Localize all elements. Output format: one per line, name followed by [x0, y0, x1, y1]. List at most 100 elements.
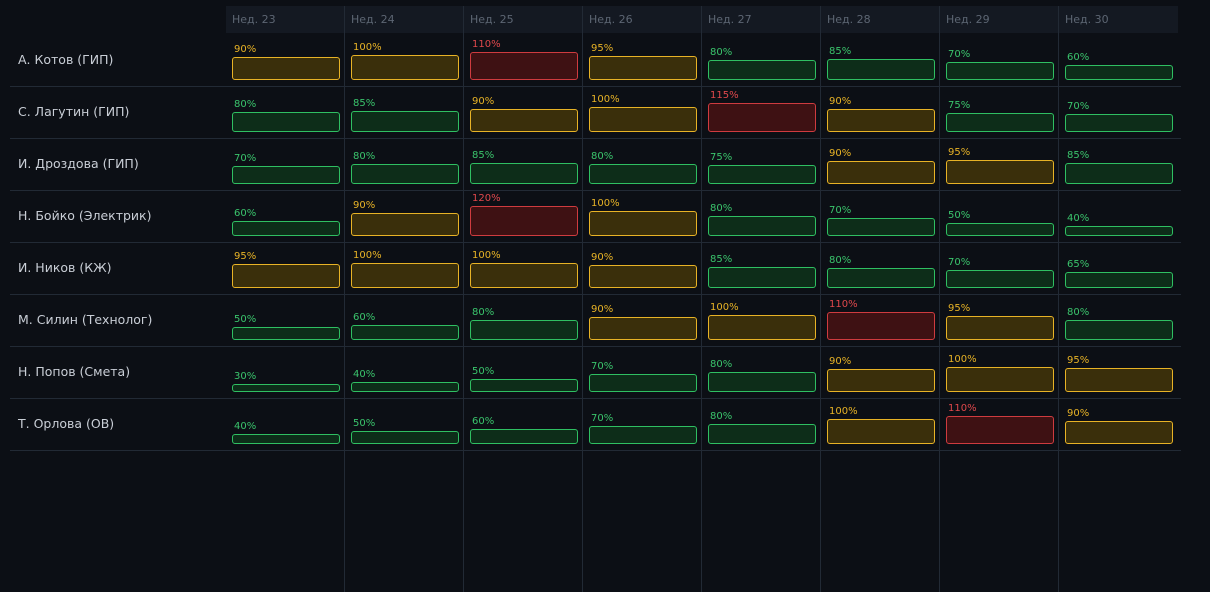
load-bar[interactable]	[351, 55, 459, 80]
person-name[interactable]: И. Дроздова (ГИП)	[18, 138, 139, 190]
load-bar[interactable]	[351, 213, 459, 236]
load-bar[interactable]	[708, 60, 816, 80]
load-bar[interactable]	[708, 315, 816, 340]
load-bar[interactable]	[1065, 114, 1173, 132]
week-header[interactable]: Нед. 23	[226, 6, 345, 33]
load-bar[interactable]	[827, 109, 935, 132]
load-bar[interactable]	[946, 316, 1054, 340]
load-bar[interactable]	[827, 218, 935, 236]
load-bar[interactable]	[589, 374, 697, 392]
load-bar[interactable]	[470, 320, 578, 340]
load-bar[interactable]	[827, 161, 935, 184]
load-bar[interactable]	[827, 59, 935, 80]
load-bar[interactable]	[351, 382, 459, 392]
load-percent: 85%	[829, 46, 852, 57]
load-bar[interactable]	[470, 109, 578, 132]
load-percent: 70%	[591, 361, 614, 372]
load-bar[interactable]	[351, 431, 459, 444]
load-bar[interactable]	[589, 426, 697, 444]
load-percent: 110%	[472, 39, 501, 50]
load-bar[interactable]	[351, 325, 459, 340]
load-percent: 70%	[234, 153, 257, 164]
load-bar[interactable]	[589, 56, 697, 80]
load-bar[interactable]	[351, 111, 459, 132]
load-bar[interactable]	[232, 264, 340, 288]
load-percent: 85%	[1067, 150, 1090, 161]
load-bar[interactable]	[470, 263, 578, 288]
load-bar[interactable]	[708, 216, 816, 236]
load-percent: 115%	[710, 90, 739, 101]
week-header[interactable]: Нед. 28	[821, 6, 940, 33]
week-header[interactable]: Нед. 24	[345, 6, 464, 33]
load-bar[interactable]	[1065, 226, 1173, 236]
load-bar[interactable]	[827, 369, 935, 392]
load-bar[interactable]	[946, 62, 1054, 80]
load-bar[interactable]	[708, 424, 816, 444]
load-bar[interactable]	[1065, 272, 1173, 288]
week-header[interactable]: Нед. 25	[464, 6, 583, 33]
load-bar[interactable]	[1065, 368, 1173, 392]
column-divider	[344, 6, 345, 592]
load-bar[interactable]	[232, 166, 340, 184]
load-percent: 70%	[1067, 101, 1090, 112]
load-bar[interactable]	[946, 223, 1054, 236]
load-bar[interactable]	[470, 379, 578, 392]
load-bar[interactable]	[589, 107, 697, 132]
load-bar[interactable]	[946, 113, 1054, 132]
person-name[interactable]: И. Ников (КЖ)	[18, 242, 111, 294]
load-bar[interactable]	[1065, 421, 1173, 444]
load-percent: 80%	[234, 99, 257, 110]
load-bar[interactable]	[708, 103, 816, 132]
load-bar[interactable]	[589, 211, 697, 236]
load-bar[interactable]	[946, 160, 1054, 184]
week-header[interactable]: Нед. 30	[1059, 6, 1178, 33]
load-bar[interactable]	[232, 112, 340, 132]
load-bar[interactable]	[232, 221, 340, 236]
load-bar[interactable]	[470, 429, 578, 444]
person-name[interactable]: Т. Орлова (ОВ)	[18, 398, 114, 450]
person-name[interactable]: Н. Попов (Смета)	[18, 346, 130, 398]
week-header[interactable]: Нед. 26	[583, 6, 702, 33]
load-bar[interactable]	[946, 270, 1054, 288]
load-bar[interactable]	[708, 267, 816, 288]
load-percent: 40%	[1067, 213, 1090, 224]
load-bar[interactable]	[470, 52, 578, 80]
load-percent: 85%	[353, 98, 376, 109]
load-bar[interactable]	[470, 206, 578, 236]
load-bar[interactable]	[1065, 163, 1173, 184]
load-bar[interactable]	[232, 327, 340, 340]
load-percent: 50%	[472, 366, 495, 377]
load-percent: 95%	[591, 43, 614, 54]
load-bar[interactable]	[708, 165, 816, 184]
load-bar[interactable]	[232, 384, 340, 392]
load-bar[interactable]	[589, 164, 697, 184]
week-header[interactable]: Нед. 29	[940, 6, 1059, 33]
load-bar[interactable]	[946, 416, 1054, 444]
person-name[interactable]: А. Котов (ГИП)	[18, 34, 113, 86]
load-bar[interactable]	[946, 367, 1054, 392]
week-header[interactable]: Нед. 27	[702, 6, 821, 33]
load-bar[interactable]	[351, 263, 459, 288]
workload-board: Нед. 23 Нед. 24 Нед. 25 Нед. 26 Нед. 27 Нед. …	[0, 0, 1210, 592]
load-bar[interactable]	[589, 265, 697, 288]
load-bar[interactable]	[1065, 65, 1173, 80]
load-bar[interactable]	[827, 312, 935, 340]
load-bar[interactable]	[827, 268, 935, 288]
load-bar[interactable]	[708, 372, 816, 392]
row-divider	[10, 294, 1181, 295]
load-bar[interactable]	[232, 434, 340, 444]
load-bar[interactable]	[827, 419, 935, 444]
load-bar[interactable]	[232, 57, 340, 80]
person-name[interactable]: С. Лагутин (ГИП)	[18, 86, 129, 138]
load-percent: 80%	[353, 151, 376, 162]
load-percent: 110%	[829, 299, 858, 310]
row-divider	[10, 86, 1181, 87]
load-percent: 80%	[591, 151, 614, 162]
load-bar[interactable]	[1065, 320, 1173, 340]
load-bar[interactable]	[351, 164, 459, 184]
load-bar[interactable]	[470, 163, 578, 184]
person-name[interactable]: Н. Бойко (Электрик)	[18, 190, 151, 242]
load-percent: 90%	[472, 96, 495, 107]
load-bar[interactable]	[589, 317, 697, 340]
person-name[interactable]: М. Силин (Технолог)	[18, 294, 152, 346]
